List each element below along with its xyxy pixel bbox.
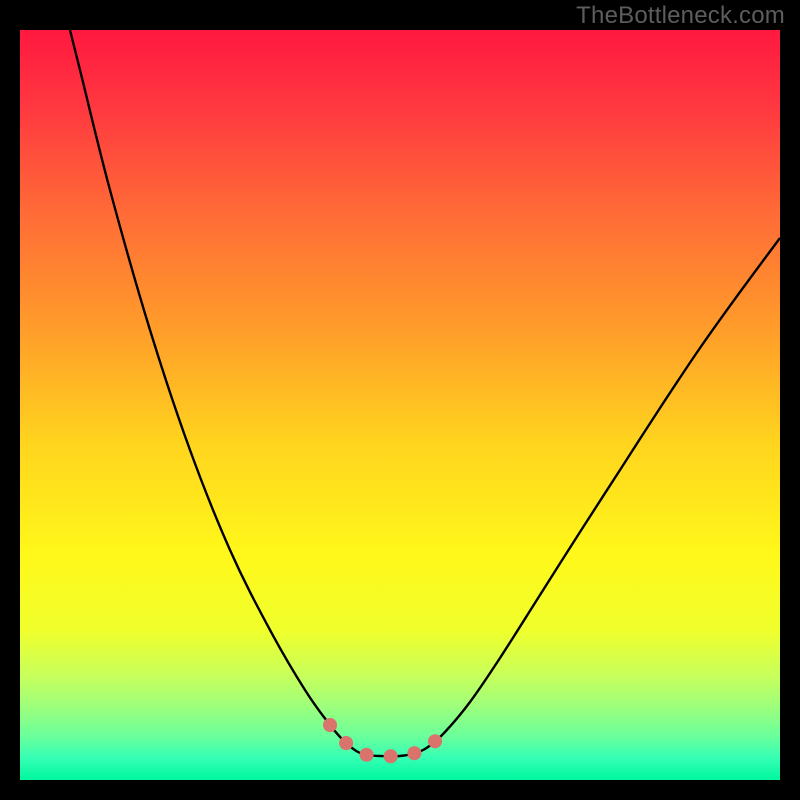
bottleneck-curve	[65, 30, 780, 756]
watermark-text: TheBottleneck.com	[576, 2, 785, 30]
plot-area	[20, 30, 780, 780]
curve-layer	[20, 30, 780, 780]
chart-frame: TheBottleneck.com	[0, 0, 800, 800]
highlight-segment	[330, 725, 445, 756]
